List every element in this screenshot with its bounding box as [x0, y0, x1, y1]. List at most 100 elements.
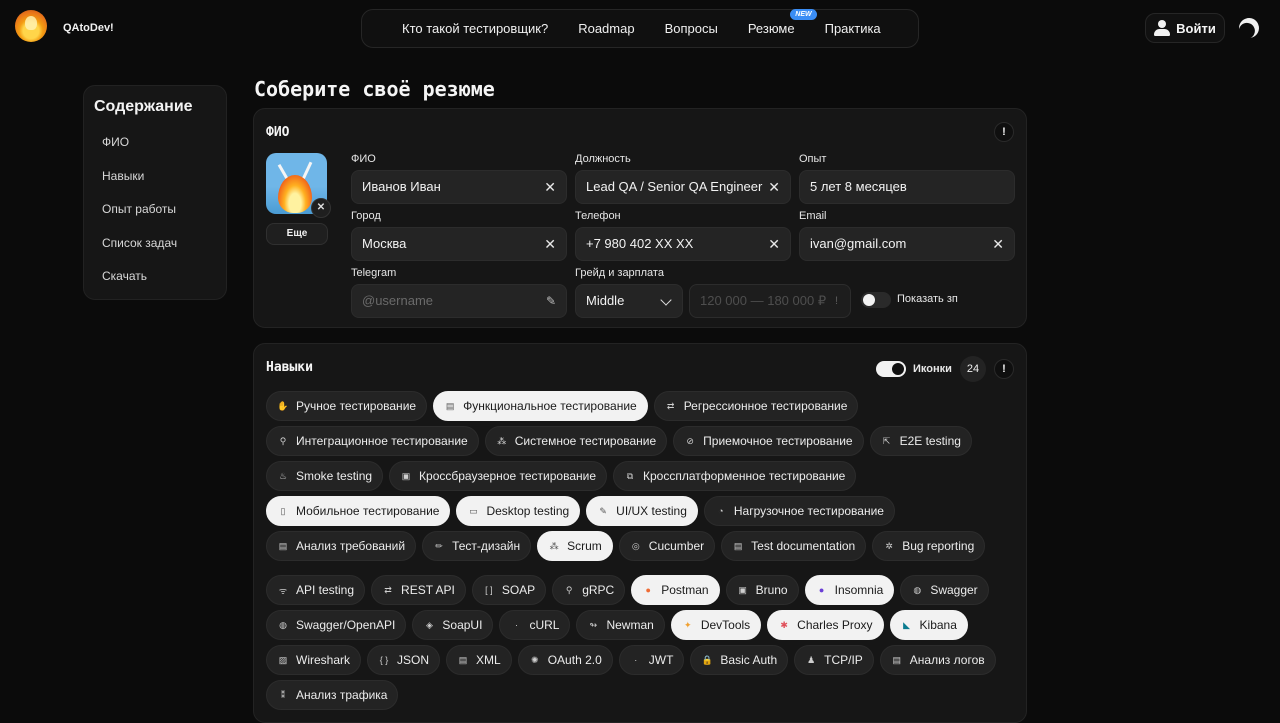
skill-chip[interactable]: ▣ Bruno: [725, 575, 799, 605]
skill-chip[interactable]: ◈ SoapUI: [412, 610, 494, 640]
nav-link-questions[interactable]: Вопросы: [665, 21, 718, 36]
email-input[interactable]: ivan@gmail.com ✕: [799, 227, 1015, 261]
skill-chip[interactable]: ✲ Bug reporting: [872, 531, 986, 561]
skill-icon: ·: [514, 620, 518, 630]
skill-chip[interactable]: ♨ Smoke testing: [266, 461, 384, 491]
skill-chip[interactable]: ● Postman: [631, 575, 720, 605]
skill-chip[interactable]: ▤ Анализ требований: [266, 531, 417, 561]
skill-chip[interactable]: · cURL: [499, 610, 571, 640]
logo-icon[interactable]: [15, 10, 47, 42]
skill-chip[interactable]: ⁑ Анализ трафика: [266, 680, 399, 710]
brand-name[interactable]: QAtoDev!: [63, 22, 114, 34]
skills-card-title: Навыки: [266, 360, 313, 375]
skill-icon: ◎: [631, 540, 640, 551]
fio-info-button[interactable]: !: [994, 122, 1014, 142]
skill-chip-label: Ручное тестирование: [296, 399, 417, 413]
skill-chip[interactable]: ✦ DevTools: [670, 610, 762, 640]
skill-chip-label: REST API: [401, 583, 455, 597]
skill-chip[interactable]: ⁂ Системное тестирование: [484, 426, 668, 456]
show-salary-toggle[interactable]: [861, 292, 891, 308]
sidebar-item-tasks[interactable]: Список задач: [94, 227, 216, 261]
skill-chip-label: Newman: [606, 618, 654, 632]
skill-chip[interactable]: ♟ TCP/IP: [794, 645, 874, 675]
skill-chip-label: JWT: [648, 653, 674, 667]
skill-chip[interactable]: ✋ Ручное тестирование: [266, 391, 428, 421]
clear-icon[interactable]: ✕: [768, 171, 780, 203]
clear-icon[interactable]: ✕: [992, 228, 1004, 260]
skill-chip[interactable]: ⇱ E2E testing: [869, 426, 972, 456]
sidebar-item-skills[interactable]: Навыки: [94, 160, 216, 194]
skill-icon: ⚲: [565, 584, 573, 595]
skill-chip-label: Test documentation: [751, 539, 856, 553]
telegram-input[interactable]: @username ✎: [351, 284, 567, 318]
experience-input[interactable]: 5 лет 8 месяцев: [799, 170, 1015, 204]
skill-chip[interactable]: ✱ Charles Proxy: [767, 610, 884, 640]
login-button[interactable]: Войти: [1145, 13, 1225, 43]
skill-chip-row: ᯤ API testing ⇄ REST API [ ] SOAP ⚲ gRPC ● Postma…: [266, 575, 989, 605]
skill-chip[interactable]: ᯤ API testing: [266, 575, 366, 605]
skill-chip-label: Функциональное тестирование: [463, 399, 637, 413]
skill-chip[interactable]: { } JSON: [367, 645, 441, 675]
more-button[interactable]: Еще: [266, 223, 328, 245]
sidebar-item-experience[interactable]: Опыт работы: [94, 193, 216, 227]
skill-chip[interactable]: ⚲ gRPC: [552, 575, 626, 605]
skill-chip-label: DevTools: [700, 618, 751, 632]
nav-link-practice[interactable]: Практика: [825, 21, 881, 36]
skill-chip[interactable]: 🔒 Basic Auth: [690, 645, 789, 675]
skill-chip[interactable]: ◎ Cucumber: [618, 531, 716, 561]
icons-toggle[interactable]: [876, 361, 906, 377]
skill-chip-label: XML: [476, 653, 501, 667]
grade-select[interactable]: Middle: [575, 284, 683, 318]
skill-chip[interactable]: ↬ Newman: [576, 610, 665, 640]
clear-icon[interactable]: ✕: [544, 228, 556, 260]
phone-input[interactable]: +7 980 402 XX XX ✕: [575, 227, 791, 261]
position-input[interactable]: Lead QA / Senior QA Engineer ✕: [575, 170, 791, 204]
clear-icon[interactable]: ✕: [544, 171, 556, 203]
skill-chip[interactable]: ▤ Функциональное тестирование: [433, 391, 648, 421]
skill-chip[interactable]: ✺ OAuth 2.0: [517, 645, 613, 675]
top-navigation: Кто такой тестировщик? Roadmap Вопросы Р…: [361, 9, 919, 48]
skill-chip-label: SoapUI: [442, 618, 483, 632]
skill-chip[interactable]: ▤ Анализ логов: [879, 645, 996, 675]
skill-icon: ⁂: [549, 540, 559, 551]
sidebar-item-download[interactable]: Скачать: [94, 260, 216, 294]
chevron-down-icon: [660, 294, 672, 306]
skill-chip[interactable]: · JWT: [618, 645, 685, 675]
clear-icon[interactable]: ✕: [768, 228, 780, 260]
skill-chip[interactable]: ◍ Swagger: [900, 575, 989, 605]
salary-input[interactable]: 120 000 — 180 000 ₽ !: [689, 284, 851, 318]
skill-chip[interactable]: ◔ Нагрузочное тестирование: [703, 496, 895, 526]
name-input[interactable]: Иванов Иван ✕: [351, 170, 567, 204]
skill-chip[interactable]: ◍ Swagger/OpenAPI: [266, 610, 407, 640]
skill-chip[interactable]: ✎ UI/UX testing: [586, 496, 698, 526]
skill-chip[interactable]: ▣ Кроссбраузерное тестирование: [389, 461, 607, 491]
skill-icon: ✏: [435, 540, 443, 551]
sidebar-item-fio[interactable]: ФИО: [94, 126, 216, 160]
skill-chip-label: Тест-дизайн: [452, 539, 521, 553]
nav-link-roadmap[interactable]: Roadmap: [578, 21, 634, 36]
skill-chip[interactable]: ● Insomnia: [804, 575, 895, 605]
skill-chip[interactable]: ⧉ Кроссплатформенное тестирование: [613, 461, 857, 491]
skill-chip[interactable]: ◣ Kibana: [889, 610, 968, 640]
skill-chip[interactable]: ⇄ Регрессионное тестирование: [653, 391, 859, 421]
skill-chip[interactable]: ⇄ REST API: [371, 575, 466, 605]
nav-link-resume[interactable]: Резюме NEW: [748, 9, 817, 36]
skill-chip[interactable]: ✏ Тест-дизайн: [422, 531, 532, 561]
skill-chip[interactable]: ⚲ Интеграционное тестирование: [266, 426, 479, 456]
nav-link-tester[interactable]: Кто такой тестировщик?: [402, 21, 548, 36]
city-input[interactable]: Москва ✕: [351, 227, 567, 261]
theme-toggle-button[interactable]: [1237, 16, 1261, 40]
avatar-remove-button[interactable]: ✕: [311, 198, 331, 218]
skills-info-button[interactable]: !: [994, 359, 1014, 379]
skill-chip-row: ▤ Анализ требований ✏ Тест-дизайн ⁂ Scrum ◎ Cuc…: [266, 531, 986, 561]
skill-chip[interactable]: ⁂ Scrum: [537, 531, 613, 561]
skill-chip[interactable]: ▨ Wireshark: [266, 645, 362, 675]
skill-chip[interactable]: [ ] SOAP: [471, 575, 547, 605]
skill-chip[interactable]: ▤ XML: [446, 645, 512, 675]
skill-chip[interactable]: ▭ Desktop testing: [456, 496, 581, 526]
pencil-icon[interactable]: ✎: [546, 285, 556, 317]
skill-chip[interactable]: ⊘ Приемочное тестирование: [673, 426, 864, 456]
skill-chip[interactable]: ▯ Мобильное тестирование: [266, 496, 451, 526]
skill-chip[interactable]: ▤ Test documentation: [721, 531, 867, 561]
skill-chip-label: Charles Proxy: [797, 618, 873, 632]
